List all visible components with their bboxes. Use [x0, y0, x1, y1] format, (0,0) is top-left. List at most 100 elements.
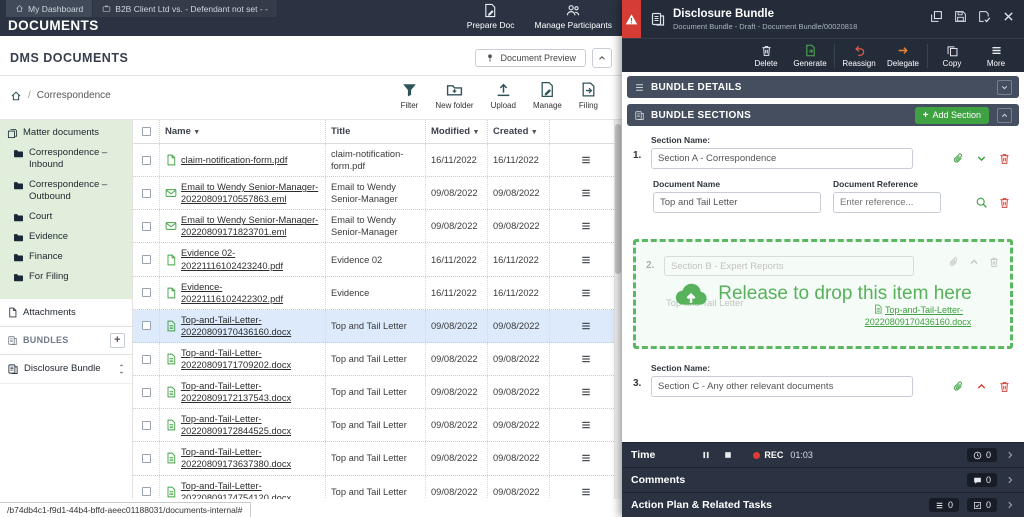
- trash-icon[interactable]: [998, 152, 1011, 165]
- reassign-button[interactable]: Reassign: [837, 44, 881, 68]
- document-reference-input[interactable]: [833, 192, 941, 213]
- action-plan-bar[interactable]: Action Plan & Related Tasks 0 0: [622, 492, 1024, 517]
- sections-collapse-button[interactable]: [997, 108, 1012, 123]
- chevron-down-icon[interactable]: [118, 370, 125, 375]
- trash-icon[interactable]: [998, 196, 1011, 209]
- table-row[interactable]: claim-notification-form.pdf claim-notifi…: [133, 144, 622, 177]
- row-checkbox[interactable]: [142, 421, 151, 430]
- paperclip-icon[interactable]: [952, 380, 965, 393]
- document-link[interactable]: Email to Wendy Senior-Manager-2022080917…: [181, 181, 320, 205]
- sidebar-folder-item[interactable]: Evidence: [0, 227, 132, 247]
- chevron-down-icon[interactable]: [975, 152, 988, 165]
- comments-bar[interactable]: Comments 0: [622, 467, 1024, 492]
- generate-button[interactable]: Generate: [788, 44, 832, 68]
- document-name-input[interactable]: [653, 192, 821, 213]
- paperclip-icon[interactable]: [952, 152, 965, 165]
- document-link[interactable]: Top-and-Tail-Letter-20220809173637380.do…: [181, 446, 320, 470]
- column-header-modified[interactable]: Modified▾: [425, 120, 487, 143]
- row-menu-icon[interactable]: [580, 187, 592, 199]
- sidebar-item-disclosure-bundle[interactable]: Disclosure Bundle: [0, 355, 132, 384]
- row-checkbox[interactable]: [142, 487, 151, 496]
- add-section-button[interactable]: + Add Section: [915, 107, 989, 124]
- document-link[interactable]: Evidence-20221116102422302.pdf: [181, 281, 320, 305]
- document-link[interactable]: Email to Wendy Senior-Manager-2022080917…: [181, 214, 320, 238]
- sidebar-folder-item[interactable]: Finance: [0, 247, 132, 267]
- sidebar-folder-item[interactable]: Correspondence – Outbound: [0, 175, 132, 207]
- row-menu-icon[interactable]: [580, 154, 592, 166]
- table-row[interactable]: Evidence-20221116102422302.pdf Evidence …: [133, 277, 622, 310]
- row-checkbox[interactable]: [142, 156, 151, 165]
- tab-matter[interactable]: B2B Client Ltd vs. - Defendant not set -…: [93, 0, 277, 17]
- sidebar-folder-item[interactable]: For Filing: [0, 267, 132, 287]
- table-row[interactable]: Email to Wendy Senior-Manager-2022080917…: [133, 177, 622, 210]
- bundle-details-bar[interactable]: BUNDLE DETAILS: [627, 76, 1019, 98]
- manage-participants-button[interactable]: Manage Participants: [535, 3, 613, 30]
- document-link[interactable]: Top-and-Tail-Letter-20220809172137543.do…: [181, 380, 320, 404]
- trash-icon[interactable]: [998, 380, 1011, 393]
- row-menu-icon[interactable]: [580, 486, 592, 498]
- row-menu-icon[interactable]: [580, 220, 592, 232]
- filing-button[interactable]: Filing: [579, 81, 598, 110]
- row-menu-icon[interactable]: [580, 419, 592, 431]
- manage-button[interactable]: Manage: [533, 81, 562, 110]
- document-link[interactable]: claim-notification-form.pdf: [181, 154, 287, 166]
- popout-icon[interactable]: [930, 10, 943, 23]
- table-row[interactable]: Top-and-Tail-Letter-20220809173637380.do…: [133, 442, 622, 475]
- row-menu-icon[interactable]: [580, 287, 592, 299]
- copy-button[interactable]: Copy: [930, 44, 974, 68]
- delete-button[interactable]: Delete: [744, 44, 788, 68]
- document-link[interactable]: Evidence 02-20221116102423240.pdf: [181, 247, 320, 271]
- column-header-name[interactable]: Name▾: [159, 120, 325, 143]
- time-bar[interactable]: Time REC 01:03 0: [622, 442, 1024, 467]
- column-header-title[interactable]: Title: [325, 120, 425, 143]
- chevron-right-icon[interactable]: [1005, 500, 1015, 510]
- table-scrollbar[interactable]: [614, 120, 622, 499]
- filter-button[interactable]: Filter: [401, 81, 419, 110]
- collapse-dms-button[interactable]: [592, 48, 612, 68]
- table-row[interactable]: Evidence 02-20221116102423240.pdf Eviden…: [133, 243, 622, 276]
- alert-tab[interactable]: [622, 0, 641, 38]
- document-link[interactable]: Top-and-Tail-Letter-20220809170436160.do…: [181, 314, 320, 338]
- dragged-document-link[interactable]: Top-and-Tail-Letter-20220809170436160.do…: [842, 304, 994, 328]
- scrollbar-thumb[interactable]: [615, 124, 621, 274]
- row-checkbox[interactable]: [142, 388, 151, 397]
- drop-zone-section-2[interactable]: 2. Section B - Expert Reports Top and Ta…: [633, 239, 1013, 349]
- table-row[interactable]: Top-and-Tail-Letter-20220809174754120.do…: [133, 476, 622, 499]
- table-row[interactable]: Top-and-Tail-Letter-20220809172844525.do…: [133, 409, 622, 442]
- chevron-up-icon[interactable]: [975, 380, 988, 393]
- new-folder-button[interactable]: New folder: [435, 81, 473, 110]
- row-checkbox[interactable]: [142, 222, 151, 231]
- sidebar-item-matter-documents[interactable]: Matter documents: [0, 123, 132, 143]
- tab-my-dashboard[interactable]: My Dashboard: [6, 0, 92, 17]
- row-checkbox[interactable]: [142, 255, 151, 264]
- details-collapse-button[interactable]: [997, 80, 1012, 95]
- table-row[interactable]: Top-and-Tail-Letter-20220809172137543.do…: [133, 376, 622, 409]
- column-header-created[interactable]: Created▾: [487, 120, 549, 143]
- prepare-doc-button[interactable]: Prepare Doc: [467, 3, 515, 30]
- row-checkbox[interactable]: [142, 288, 151, 297]
- row-menu-icon[interactable]: [580, 386, 592, 398]
- row-checkbox[interactable]: [142, 189, 151, 198]
- document-link[interactable]: Top-and-Tail-Letter-20220809172844525.do…: [181, 413, 320, 437]
- chevron-up-icon[interactable]: [118, 363, 125, 368]
- sidebar-folder-item[interactable]: Correspondence – Inbound: [0, 143, 132, 175]
- bundle-sections-bar[interactable]: BUNDLE SECTIONS + Add Section: [627, 104, 1019, 126]
- document-preview-button[interactable]: Document Preview: [475, 49, 586, 67]
- table-row[interactable]: Email to Wendy Senior-Manager-2022080917…: [133, 210, 622, 243]
- delegate-button[interactable]: Delegate: [881, 44, 925, 68]
- search-icon[interactable]: [975, 196, 988, 209]
- table-row[interactable]: Top-and-Tail-Letter-20220809170436160.do…: [133, 310, 622, 343]
- document-link[interactable]: Top-and-Tail-Letter-20220809171709202.do…: [181, 347, 320, 371]
- row-checkbox[interactable]: [142, 321, 151, 330]
- save-close-icon[interactable]: [978, 10, 991, 23]
- section-name-input[interactable]: [651, 148, 913, 169]
- stop-icon[interactable]: [723, 450, 733, 460]
- close-icon[interactable]: [1002, 10, 1015, 23]
- home-icon[interactable]: [10, 90, 22, 102]
- sidebar-item-attachments[interactable]: Attachments: [0, 299, 132, 327]
- row-menu-icon[interactable]: [580, 320, 592, 332]
- pause-icon[interactable]: [701, 450, 711, 460]
- save-icon[interactable]: [954, 10, 967, 23]
- chevron-right-icon[interactable]: [1005, 450, 1015, 460]
- table-row[interactable]: Top-and-Tail-Letter-20220809171709202.do…: [133, 343, 622, 376]
